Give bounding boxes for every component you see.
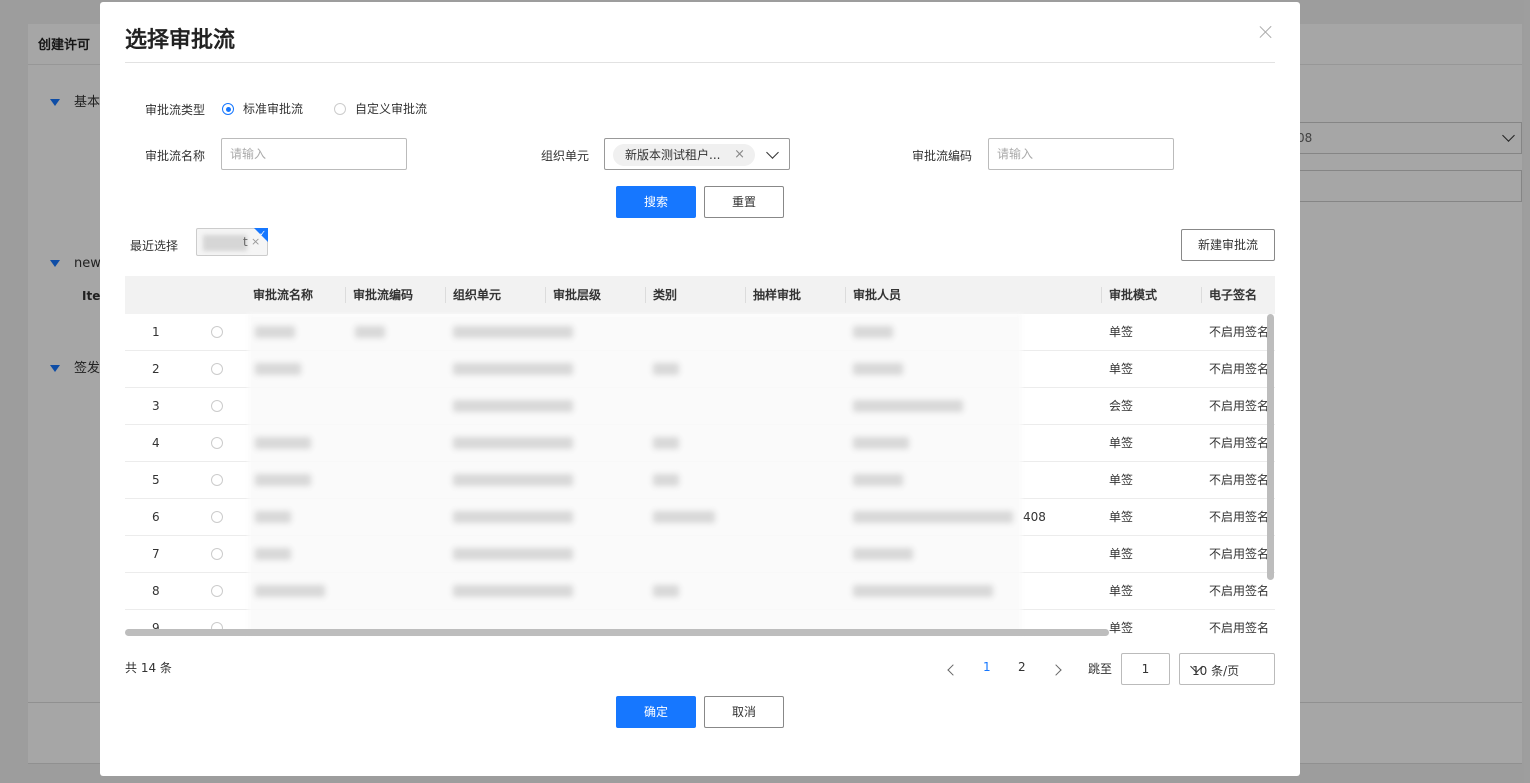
new-approval-flow-button[interactable]: 新建审批流 [1181, 229, 1275, 261]
col-approvers: 审批人员 [853, 288, 902, 302]
page-1[interactable]: 1 [983, 660, 991, 674]
horizontal-scrollbar[interactable] [125, 629, 1109, 636]
next-page-icon[interactable] [1050, 664, 1062, 676]
col-sampling: 抽样审批 [753, 288, 802, 302]
cancel-button[interactable]: 取消 [704, 696, 784, 728]
col-name: 审批流名称 [253, 288, 314, 302]
jump-label: 跳至 [1088, 662, 1113, 676]
row-radio[interactable] [211, 400, 223, 412]
radio-custom-flow[interactable] [334, 103, 346, 115]
check-icon: ✓ [259, 229, 266, 238]
approval-flow-table: 审批流名称 审批流编码 组织单元 审批层级 类别 抽样审批 审批人员 审批模式 … [125, 276, 1275, 638]
row-radio[interactable] [211, 585, 223, 597]
page-2[interactable]: 2 [1018, 660, 1026, 674]
col-org: 组织单元 [453, 288, 502, 302]
code-label: 审批流编码 [912, 149, 973, 163]
row-radio[interactable] [211, 474, 223, 486]
radio-standard-flow-label[interactable]: 标准审批流 [243, 100, 303, 117]
redacted-block [203, 235, 247, 251]
confirm-button[interactable]: 确定 [616, 696, 696, 728]
recent-chip[interactable]: t × ✓ [196, 228, 268, 256]
col-mode: 审批模式 [1109, 288, 1158, 302]
col-level: 审批层级 [553, 288, 602, 302]
radio-custom-flow-label[interactable]: 自定义审批流 [355, 100, 427, 117]
table-header: 审批流名称 审批流编码 组织单元 审批层级 类别 抽样审批 审批人员 审批模式 … [125, 276, 1275, 314]
row-radio[interactable] [211, 326, 223, 338]
modal-divider [125, 62, 1275, 63]
org-tag: 新版本测试租户... × [613, 144, 755, 166]
col-code: 审批流编码 [353, 288, 414, 302]
prev-page-icon[interactable] [947, 664, 959, 676]
row-radio[interactable] [211, 437, 223, 449]
type-label: 审批流类型 [145, 103, 206, 117]
reset-button[interactable]: 重置 [704, 186, 784, 218]
row-radio[interactable] [211, 363, 223, 375]
name-input[interactable] [221, 138, 407, 170]
row-radio[interactable] [211, 548, 223, 560]
modal-title: 选择审批流 [125, 28, 236, 53]
page-size-select[interactable]: 10 条/页 [1179, 653, 1275, 685]
row-radio[interactable] [211, 511, 223, 523]
code-input[interactable] [988, 138, 1174, 170]
col-signature: 电子签名 [1209, 288, 1258, 302]
org-select[interactable]: 新版本测试租户... × [604, 138, 790, 170]
radio-standard-flow[interactable] [222, 103, 234, 115]
name-label: 审批流名称 [145, 149, 206, 163]
recent-label: 最近选择 [130, 239, 179, 253]
total-count: 共 14 条 [125, 661, 172, 675]
approval-flow-modal: 选择审批流 审批流类型 标准审批流 自定义审批流 审批流名称 组织单元 新版本测… [100, 2, 1300, 776]
search-button[interactable]: 搜索 [616, 186, 696, 218]
chevron-down-icon [766, 146, 779, 159]
close-icon[interactable] [1258, 24, 1274, 40]
vertical-scrollbar[interactable] [1267, 314, 1274, 580]
jump-page-input[interactable] [1121, 653, 1170, 685]
org-label: 组织单元 [541, 149, 590, 163]
col-category: 类别 [653, 288, 678, 302]
tag-close-icon[interactable]: × [734, 144, 745, 166]
